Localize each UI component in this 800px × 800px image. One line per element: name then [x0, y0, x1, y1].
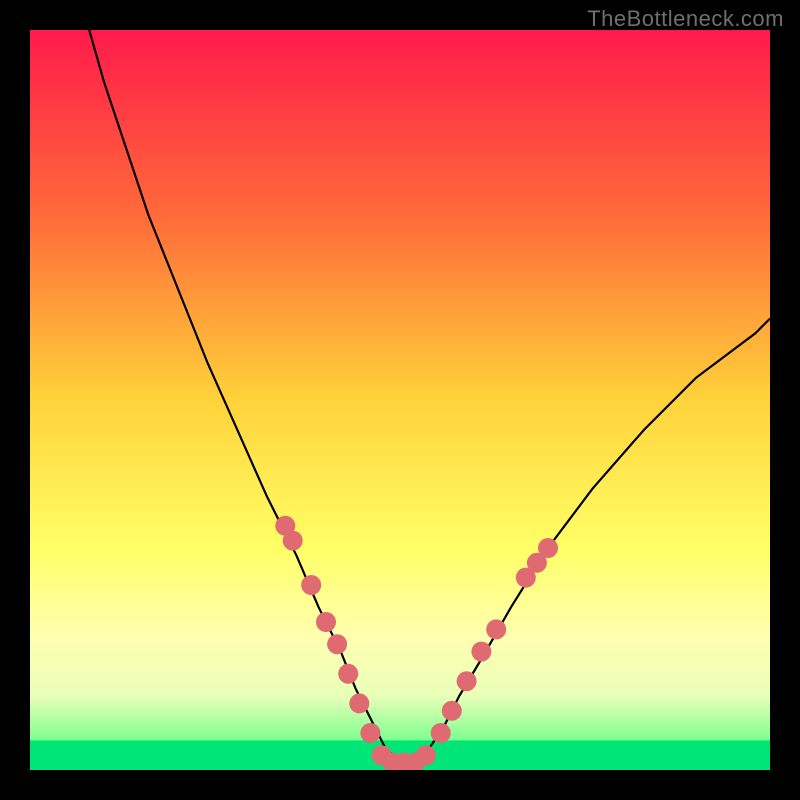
bottleneck-chart: [30, 30, 770, 770]
chart-frame: TheBottleneck.com: [0, 0, 800, 800]
marker-dot: [301, 575, 321, 595]
marker-dot: [457, 671, 477, 691]
marker-dot: [471, 642, 491, 662]
marker-dot: [442, 701, 462, 721]
marker-dot: [283, 531, 303, 551]
marker-dot: [327, 634, 347, 654]
watermark-text: TheBottleneck.com: [587, 6, 784, 32]
gradient-background: [30, 30, 770, 770]
plot-area: [30, 30, 770, 770]
marker-dot: [416, 745, 436, 765]
marker-dot: [431, 723, 451, 743]
marker-dot: [360, 723, 380, 743]
marker-dot: [538, 538, 558, 558]
marker-dot: [486, 619, 506, 639]
marker-dot: [349, 693, 369, 713]
marker-dot: [338, 664, 358, 684]
marker-dot: [316, 612, 336, 632]
